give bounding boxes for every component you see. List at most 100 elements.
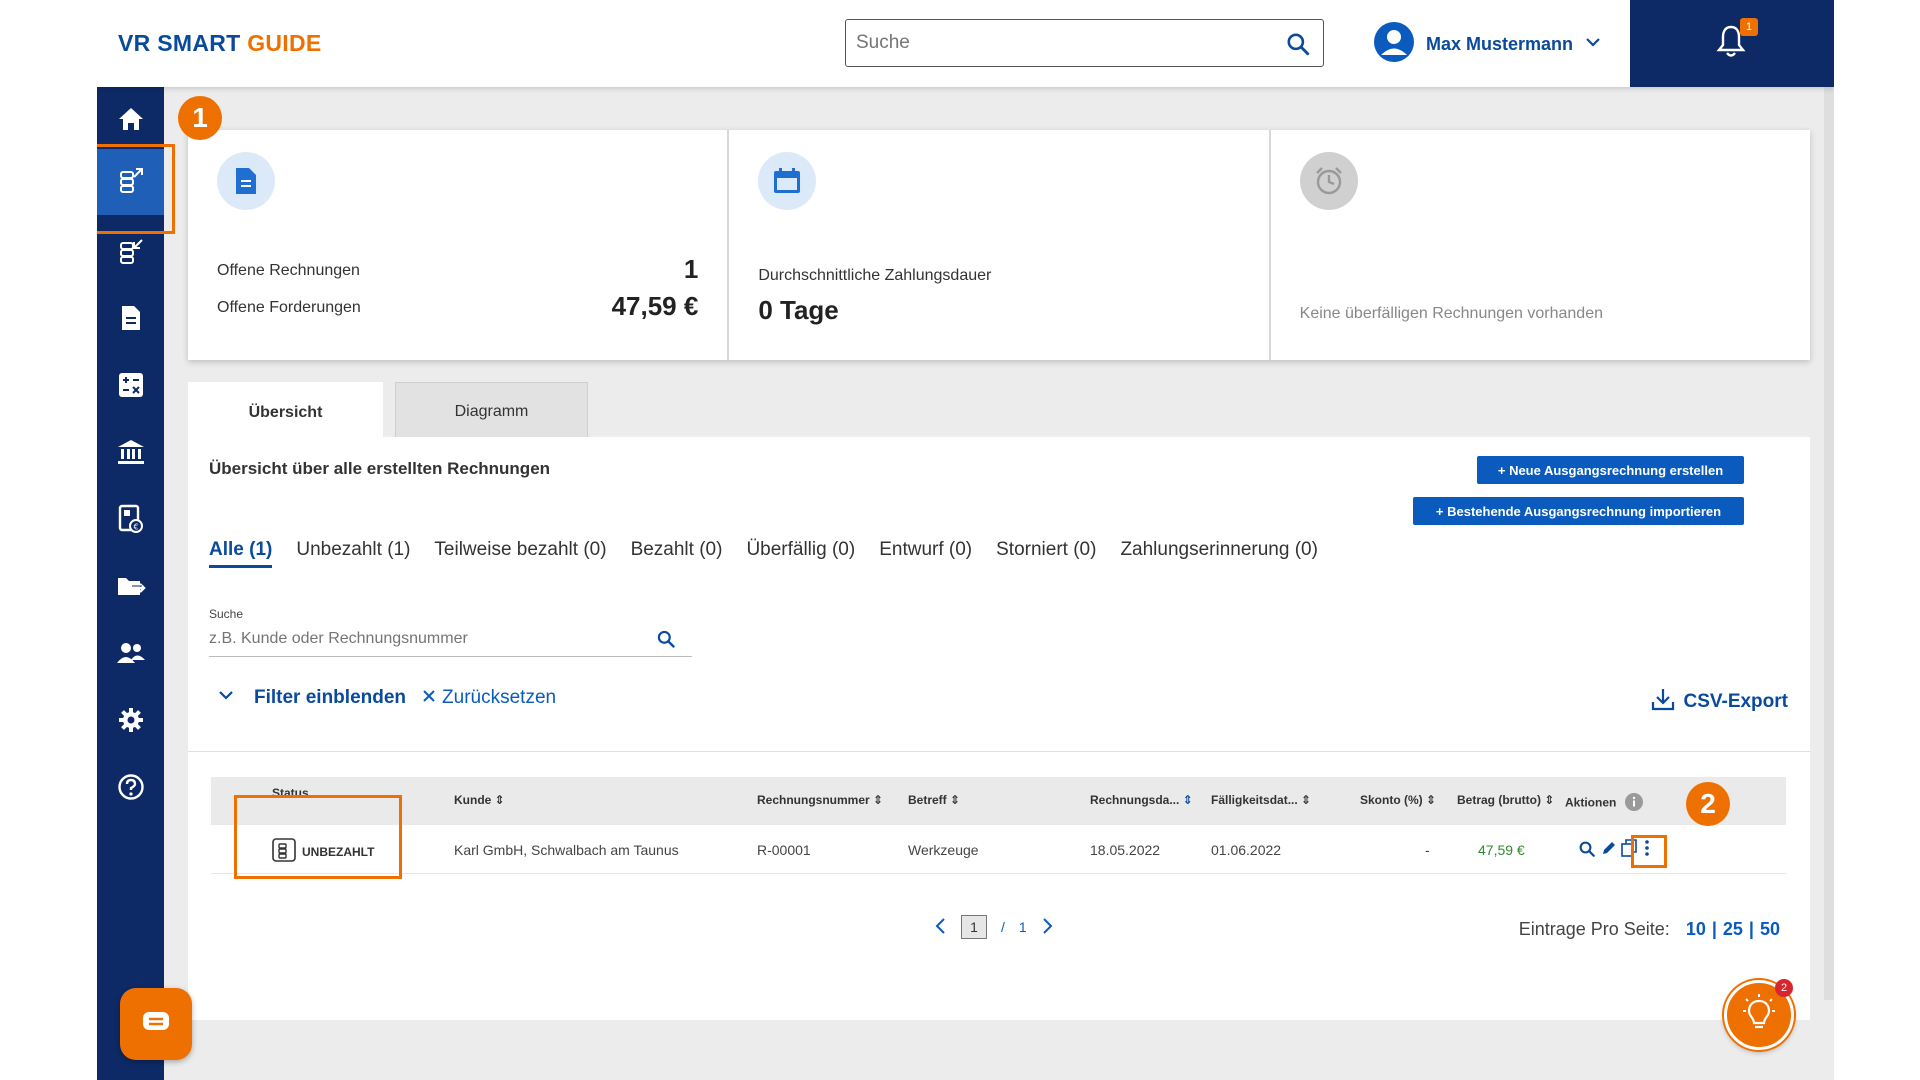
document-icon [120, 304, 142, 337]
import-invoice-button[interactable]: + Bestehende Ausgangsrechnung importiere… [1413, 497, 1744, 525]
pagination: 1 / 1 [933, 915, 1055, 939]
settings-icon [117, 706, 145, 739]
csv-export-label: CSV-Export [1683, 691, 1788, 712]
filter-tab-reminder[interactable]: Zahlungserinnerung (0) [1120, 539, 1318, 568]
info-icon[interactable] [1624, 793, 1643, 814]
sidebar-item-calculator[interactable] [97, 357, 164, 417]
sidebar-item-documents[interactable] [97, 290, 164, 350]
scrollbar[interactable] [1824, 87, 1834, 1000]
annotation-marker-2: 2 [1686, 782, 1730, 826]
column-header-betreff[interactable]: Betreff ⇕ [908, 793, 960, 807]
open-receivables-value: 47,59 € [611, 291, 699, 321]
app-logo[interactable]: VR SMART GUIDE [118, 30, 322, 57]
filter-tab-unpaid[interactable]: Unbezahlt (1) [296, 539, 410, 568]
filter-tab-overdue[interactable]: Überfällig (0) [746, 539, 855, 568]
open-invoices-value: 1 [683, 254, 699, 284]
user-menu[interactable]: Max Mustermann [1374, 21, 1601, 67]
top-header: VR SMART GUIDE Max Mustermann 1 [97, 0, 1834, 87]
chevron-down-icon [1585, 34, 1601, 55]
per-page-option-50[interactable]: 50 [1760, 919, 1780, 940]
cell-rechnungsnummer: R-00001 [757, 842, 811, 858]
highlight-box-more-options [1631, 835, 1667, 868]
help-icon [117, 773, 145, 806]
toggle-filter-button[interactable]: Filter einblenden [218, 687, 406, 709]
svg-text:€: € [133, 522, 138, 531]
filter-tab-partially-paid[interactable]: Teilweise bezahlt (0) [434, 539, 606, 568]
receipt-icon: € [118, 504, 144, 539]
sidebar-item-home[interactable] [97, 91, 164, 151]
view-tabs: Übersicht Diagramm [188, 382, 588, 439]
calculator-icon [118, 372, 144, 403]
help-tips-badge: 2 [1775, 979, 1793, 997]
filter-row: Filter einblenden Zurücksetzen [218, 687, 556, 709]
sidebar-item-receipts[interactable]: € [97, 491, 164, 551]
sidebar-item-bank[interactable] [97, 424, 164, 484]
invoice-overview-panel: Übersicht über alle erstellten Rechnunge… [188, 437, 1810, 1020]
per-page-label: Eintrage Pro Seite: [1518, 919, 1670, 939]
card-open-invoices: Offene Rechnungen 1 Offene Forderungen 4… [188, 130, 730, 360]
panel-title: Übersicht über alle erstellten Rechnunge… [209, 459, 551, 478]
sidebar: € [97, 87, 164, 1080]
search-icon[interactable] [1285, 31, 1311, 62]
lightbulb-icon [1741, 993, 1777, 1038]
table-search-label: Suche [209, 607, 244, 621]
edit-icon[interactable] [1601, 840, 1617, 861]
open-invoices-label: Offene Rechnungen [217, 262, 360, 279]
table-header: Status Kunde ⇕ Rechnungsnummer ⇕ Betreff… [211, 777, 1786, 825]
chevron-down-icon [218, 687, 234, 709]
sidebar-item-settings[interactable] [97, 692, 164, 752]
new-invoice-button[interactable]: + Neue Ausgangsrechnung erstellen [1477, 456, 1744, 484]
user-name: Max Mustermann [1426, 33, 1574, 54]
column-header-rechnungsnummer[interactable]: Rechnungsnummer ⇕ [757, 793, 883, 807]
filter-tab-paid[interactable]: Bezahlt (0) [631, 539, 723, 568]
tab-overview[interactable]: Übersicht [188, 382, 383, 439]
no-overdue-text: Keine überfälligen Rechnungen vorhanden [1299, 305, 1603, 322]
card-overdue: Keine überfälligen Rechnungen vorhanden [1271, 130, 1810, 360]
column-header-rechnungsdatum[interactable]: Rechnungsda... ⇕ [1090, 793, 1193, 807]
table-search-input[interactable] [209, 625, 639, 653]
chevron-right-icon[interactable] [1041, 917, 1055, 938]
cell-faelligkeitsdatum: 01.06.2022 [1211, 842, 1282, 858]
download-icon [1651, 687, 1675, 717]
sidebar-item-export-folder[interactable] [97, 558, 164, 618]
view-icon[interactable] [1578, 840, 1596, 863]
sidebar-item-help[interactable] [97, 759, 164, 819]
column-header-faelligkeitsdatum[interactable]: Fälligkeitsdat... ⇕ [1211, 793, 1311, 807]
tab-diagram[interactable]: Diagramm [395, 382, 588, 437]
notification-badge: 1 [1740, 18, 1758, 36]
filter-tab-all[interactable]: Alle (1) [209, 539, 273, 568]
header-search-input[interactable] [856, 29, 1256, 57]
cell-kunde: Karl GmbH, Schwalbach am Taunus [454, 842, 679, 858]
filter-tab-cancelled[interactable]: Storniert (0) [996, 539, 1096, 568]
column-header-kunde[interactable]: Kunde ⇕ [454, 793, 505, 807]
column-header-skonto[interactable]: Skonto (%) ⇕ [1360, 793, 1436, 807]
csv-export-button[interactable]: CSV-Export [1651, 687, 1788, 717]
avatar-icon [1374, 21, 1414, 67]
filter-tab-draft[interactable]: Entwurf (0) [879, 539, 972, 568]
help-tips-button[interactable]: 2 [1724, 979, 1794, 1050]
per-page-option-10[interactable]: 10 [1686, 919, 1706, 940]
search-icon[interactable] [656, 629, 676, 654]
reset-filter-button[interactable]: Zurücksetzen [422, 687, 556, 709]
status-filter-tabs: Alle (1) Unbezahlt (1) Teilweise bezahlt… [209, 539, 1318, 568]
column-header-aktionen: Aktionen [1565, 793, 1643, 814]
bank-icon [117, 439, 145, 470]
header-search[interactable] [845, 19, 1324, 67]
table-search[interactable] [209, 625, 692, 657]
notifications-area: 1 [1630, 0, 1834, 87]
annotation-marker-1: 1 [178, 96, 222, 140]
invoice-doc-icon [217, 152, 275, 210]
cell-betrag: 47,59 € [1478, 842, 1525, 858]
cell-betreff: Werkzeuge [908, 842, 979, 858]
chat-button[interactable] [120, 988, 192, 1060]
folder-export-icon [116, 574, 146, 603]
table-row[interactable]: UNBEZAHLT Karl GmbH, Schwalbach am Taunu… [211, 826, 1786, 874]
chevron-left-icon[interactable] [933, 917, 947, 938]
column-header-betrag[interactable]: Betrag (brutto) ⇕ [1457, 793, 1554, 807]
current-page-input[interactable]: 1 [961, 915, 987, 939]
card-average-payment: Durchschnittliche Zahlungsdauer 0 Tage [729, 130, 1271, 360]
per-page-option-25[interactable]: 25 [1723, 919, 1743, 940]
alarm-clock-icon [1299, 152, 1358, 210]
sidebar-item-contacts[interactable] [97, 625, 164, 685]
chat-icon [141, 1010, 171, 1039]
